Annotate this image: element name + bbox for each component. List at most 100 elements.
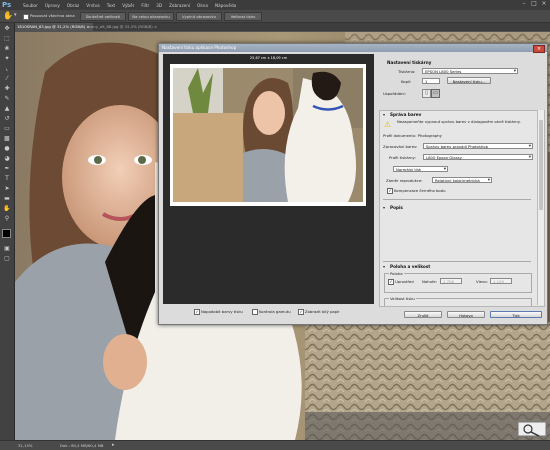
menu-item-vrstva[interactable]: Vrstva: [86, 3, 99, 8]
close-icon[interactable]: ×: [154, 24, 157, 29]
center-label: Uprostřed: [395, 279, 414, 284]
healing-brush-tool-icon[interactable]: ✚: [2, 85, 12, 93]
marquee-tool-icon[interactable]: ⬚: [2, 35, 12, 43]
preview-image: [173, 68, 363, 202]
match-colors-label: Napodobit barvy tisku: [201, 309, 243, 314]
tab-document-1[interactable]: 1810SRAN_83.jpg @ 31,2% (RGB/8) ×: [14, 23, 93, 31]
paper-white-checkbox[interactable]: ✓: [298, 309, 304, 315]
hand-tool-icon[interactable]: ✋: [2, 205, 12, 213]
quick-select-tool-icon[interactable]: ✦: [2, 55, 12, 63]
close-icon[interactable]: ×: [541, 1, 547, 7]
chevron-down-icon[interactable]: ▾: [14, 12, 17, 18]
layout-label: Uspořádání:: [383, 91, 406, 96]
document-size: Dok.: 60,4 MB/60,4 MB: [60, 443, 104, 448]
lasso-tool-icon[interactable]: ❀: [2, 45, 12, 53]
color-handling-select[interactable]: Správu barev provádí Photoshop: [423, 143, 533, 150]
blur-tool-icon[interactable]: ●: [2, 145, 12, 153]
position-group-label: Poloha: [389, 271, 404, 276]
scroll-all-windows-label: Posouvat všechna okna: [30, 13, 75, 18]
actual-pixels-button[interactable]: Skutečné velikosti: [80, 12, 126, 21]
printer-label: Tiskárna:: [398, 69, 416, 74]
description-header[interactable]: Popis: [390, 205, 403, 210]
hand-tool-icon[interactable]: ✋: [3, 11, 13, 20]
center-checkbox[interactable]: ✓: [388, 279, 394, 285]
screen-mode-icon[interactable]: ▢: [2, 255, 12, 263]
path-select-tool-icon[interactable]: ➤: [2, 185, 12, 193]
menu-item-vyber[interactable]: Výběr: [122, 3, 134, 8]
portrait-icon[interactable]: ▯: [422, 89, 431, 98]
scroll-all-windows-checkbox[interactable]: [23, 14, 29, 20]
color-handling-label: Zpracování barev:: [383, 144, 418, 149]
brush-tool-icon[interactable]: ✎: [2, 95, 12, 103]
type-tool-icon[interactable]: T: [2, 175, 12, 183]
done-button[interactable]: Hotovo: [447, 311, 485, 318]
menu-bar: Ps Soubor Úpravy Obraz Vrstva Text Výběr…: [0, 0, 550, 10]
printer-profile-select[interactable]: L800 Epson Glossy: [423, 154, 533, 161]
print-size-button[interactable]: Velikost tisku: [224, 12, 262, 21]
history-brush-tool-icon[interactable]: ↺: [2, 115, 12, 123]
printer-select[interactable]: EPSON L800 Series: [422, 68, 518, 75]
print-button[interactable]: Tisk: [490, 311, 542, 318]
restore-icon[interactable]: □: [531, 1, 537, 7]
scaled-size-label: Velikost tisku: [389, 296, 416, 301]
tab-document-2[interactable]: sony_a9_88.jpg @ 33,3% (RGB/8) ×: [86, 23, 160, 31]
menu-item-okna[interactable]: Okna: [197, 3, 208, 8]
position-size-header[interactable]: Poloha a velikost: [390, 264, 430, 269]
bpc-label: Kompenzace černého bodu: [394, 188, 446, 193]
arrow-right-icon[interactable]: ▸: [112, 442, 115, 448]
fit-screen-button[interactable]: Na celou obrazovku: [128, 12, 174, 21]
rendering-intent-select[interactable]: Relativní kolorimetrická: [432, 177, 492, 184]
cancel-button[interactable]: Zrušit: [404, 311, 442, 318]
close-icon[interactable]: ×: [533, 45, 545, 53]
fill-screen-button[interactable]: Vyplnit obrazovku: [176, 12, 222, 21]
crop-tool-icon[interactable]: ⌞: [2, 65, 12, 73]
tab-label: 1810SRAN_83.jpg @ 31,2% (RGB/8): [17, 24, 86, 29]
options-bar: ✋ ▾ Posouvat všechna okna Skutečné velik…: [0, 10, 550, 23]
menu-item-text[interactable]: Text: [107, 3, 115, 8]
color-warning-text: Nezapomeňte vypnout správu barev v dialo…: [397, 119, 521, 124]
top-label: Nahoře:: [422, 279, 437, 284]
menu-item-3d[interactable]: 3D: [156, 3, 162, 8]
move-tool-icon[interactable]: ✥: [2, 25, 12, 33]
preview-paper: [170, 64, 366, 206]
document-tabs: 1810SRAN_83.jpg @ 31,2% (RGB/8) × sony_a…: [14, 23, 550, 31]
collapse-icon[interactable]: ▾: [383, 264, 385, 269]
left-input[interactable]: 1,109: [490, 278, 512, 284]
menu-item-zobrazeni[interactable]: Zobrazení: [169, 3, 190, 8]
settings-scrollbar[interactable]: [537, 110, 544, 305]
window-controls: – □ ×: [521, 1, 547, 7]
eraser-tool-icon[interactable]: ▭: [2, 125, 12, 133]
minimize-icon[interactable]: –: [521, 1, 527, 7]
bpc-checkbox[interactable]: ✓: [387, 188, 393, 194]
divider: [383, 199, 531, 201]
gradient-tool-icon[interactable]: ▩: [2, 135, 12, 143]
menu-item-napoveda[interactable]: Nápověda: [215, 3, 236, 8]
zoom-level[interactable]: 31,15%: [18, 443, 32, 448]
clone-stamp-tool-icon[interactable]: ▲: [2, 105, 12, 113]
landscape-icon[interactable]: ▭: [431, 89, 440, 98]
color-management-header[interactable]: Správa barev: [390, 112, 421, 117]
paper-white-label: Zobrazit bílý papír: [305, 309, 340, 314]
copies-input[interactable]: 1: [422, 78, 440, 84]
scrollbar-thumb[interactable]: [539, 120, 543, 210]
divider: [383, 261, 531, 263]
quick-mask-icon[interactable]: ▣: [2, 245, 12, 253]
top-input[interactable]: 1,706: [440, 278, 462, 284]
shape-tool-icon[interactable]: ▬: [2, 195, 12, 203]
eyedropper-tool-icon[interactable]: ⁄: [2, 75, 12, 83]
menu-item-filtr[interactable]: Filtr: [141, 3, 149, 8]
menu-item-obraz[interactable]: Obraz: [67, 3, 79, 8]
match-colors-checkbox[interactable]: ✓: [194, 309, 200, 315]
print-mode-select[interactable]: Normální tisk: [393, 166, 448, 173]
dodge-tool-icon[interactable]: ◕: [2, 155, 12, 163]
pen-tool-icon[interactable]: ✒: [2, 165, 12, 173]
menu-item-soubor[interactable]: Soubor: [23, 3, 38, 8]
collapse-icon[interactable]: ▾: [383, 112, 385, 117]
foreground-color-swatch[interactable]: [2, 229, 11, 238]
photoshop-logo: Ps: [2, 0, 12, 9]
menu-item-upravy[interactable]: Úpravy: [45, 3, 60, 8]
print-settings-button[interactable]: Nastavení tisku...: [447, 77, 491, 84]
zoom-tool-icon[interactable]: ⚲: [2, 215, 12, 223]
collapse-icon[interactable]: ▾: [383, 205, 385, 210]
gamut-warning-checkbox[interactable]: [252, 309, 258, 315]
